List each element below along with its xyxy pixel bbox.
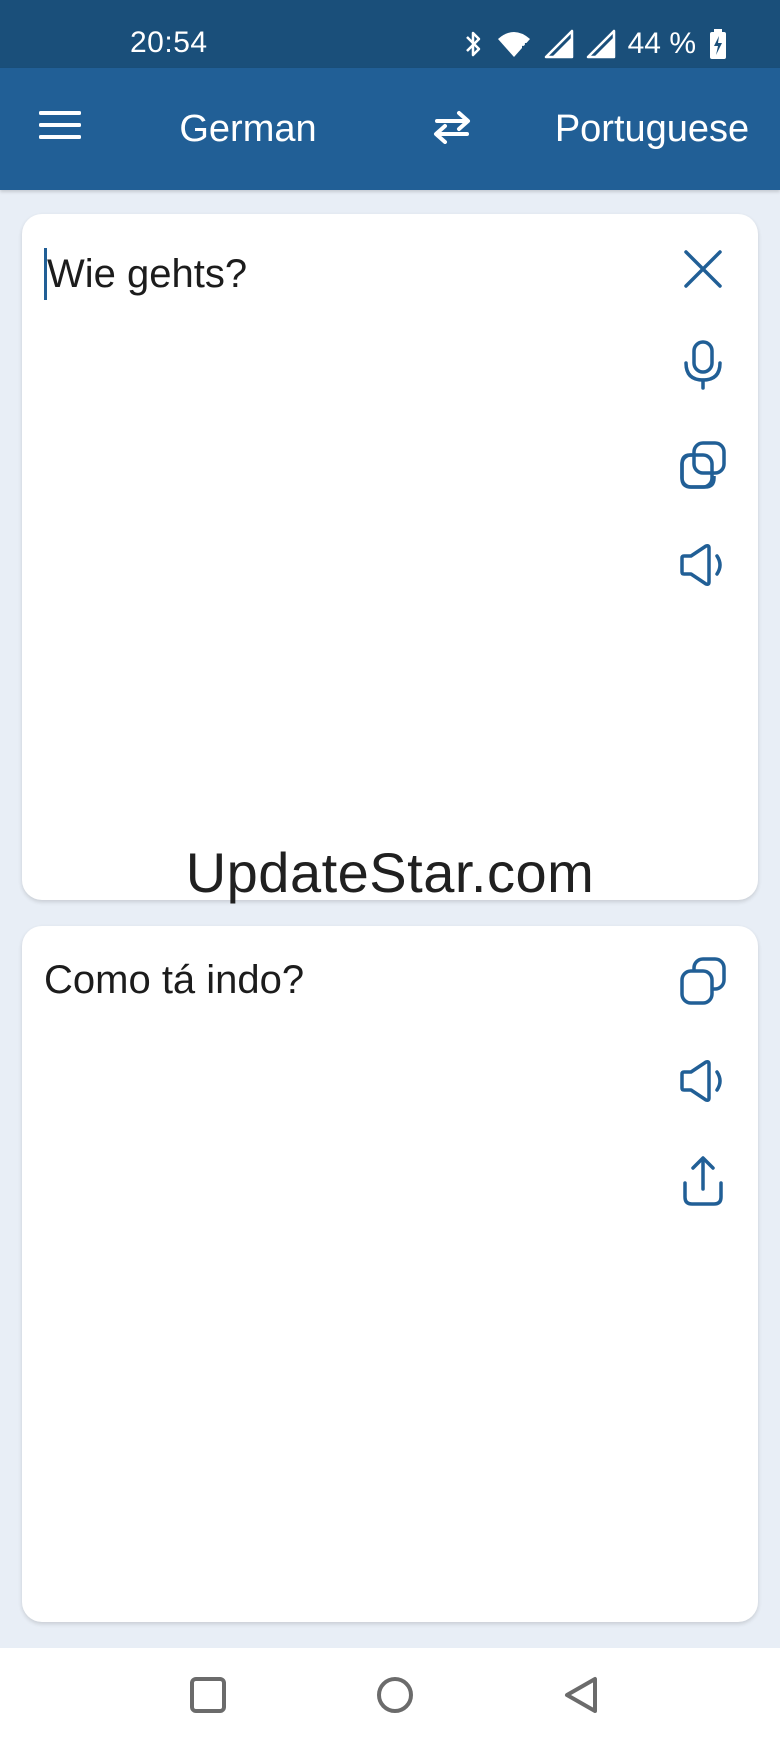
signal-icon bbox=[586, 29, 616, 59]
source-language-selector[interactable]: German bbox=[150, 68, 346, 190]
share-translation-button[interactable] bbox=[668, 1146, 738, 1216]
speak-translation-button[interactable] bbox=[668, 1046, 738, 1116]
back-button[interactable] bbox=[546, 1662, 616, 1732]
clear-button[interactable] bbox=[668, 234, 738, 304]
bluetooth-icon bbox=[464, 29, 484, 59]
status-icons: 44 % bbox=[464, 24, 728, 64]
microphone-button[interactable] bbox=[668, 330, 738, 400]
swap-languages-button[interactable] bbox=[412, 92, 492, 166]
close-icon bbox=[681, 247, 725, 291]
recents-square-icon bbox=[189, 1676, 227, 1719]
recents-button[interactable] bbox=[173, 1662, 243, 1732]
speaker-icon bbox=[678, 1059, 728, 1103]
app-bar: German Portuguese bbox=[0, 68, 780, 190]
translation-text: Como tá indo? bbox=[44, 958, 305, 1002]
home-button[interactable] bbox=[360, 1662, 430, 1732]
target-language-selector[interactable]: Portuguese bbox=[538, 68, 780, 190]
speaker-icon bbox=[678, 543, 728, 587]
copy-icon bbox=[678, 440, 728, 490]
speak-source-button[interactable] bbox=[668, 530, 738, 600]
wifi-icon bbox=[496, 29, 532, 59]
copy-icon bbox=[678, 956, 728, 1006]
menu-button[interactable] bbox=[24, 90, 98, 164]
copy-source-button[interactable] bbox=[668, 430, 738, 500]
system-navigation-bar bbox=[0, 1648, 780, 1742]
status-time: 20:54 bbox=[130, 26, 208, 59]
source-text-card: Wie gehts? UpdateStar.com bbox=[22, 214, 758, 904]
battery-percentage: 44 % bbox=[627, 27, 696, 60]
signal-icon bbox=[544, 29, 574, 59]
translation-card: Como tá indo? bbox=[22, 926, 758, 1622]
swap-arrows-icon bbox=[431, 110, 473, 149]
copy-translation-button[interactable] bbox=[668, 946, 738, 1016]
menu-icon bbox=[39, 109, 83, 146]
home-circle-icon bbox=[375, 1675, 415, 1720]
battery-charging-icon bbox=[708, 28, 728, 60]
status-bar: 20:54 44 % bbox=[0, 0, 780, 68]
source-text-input[interactable]: Wie gehts? bbox=[44, 248, 624, 300]
back-triangle-icon bbox=[562, 1675, 600, 1720]
microphone-icon bbox=[681, 339, 725, 391]
share-icon bbox=[681, 1155, 725, 1207]
watermark: UpdateStar.com bbox=[185, 841, 595, 904]
